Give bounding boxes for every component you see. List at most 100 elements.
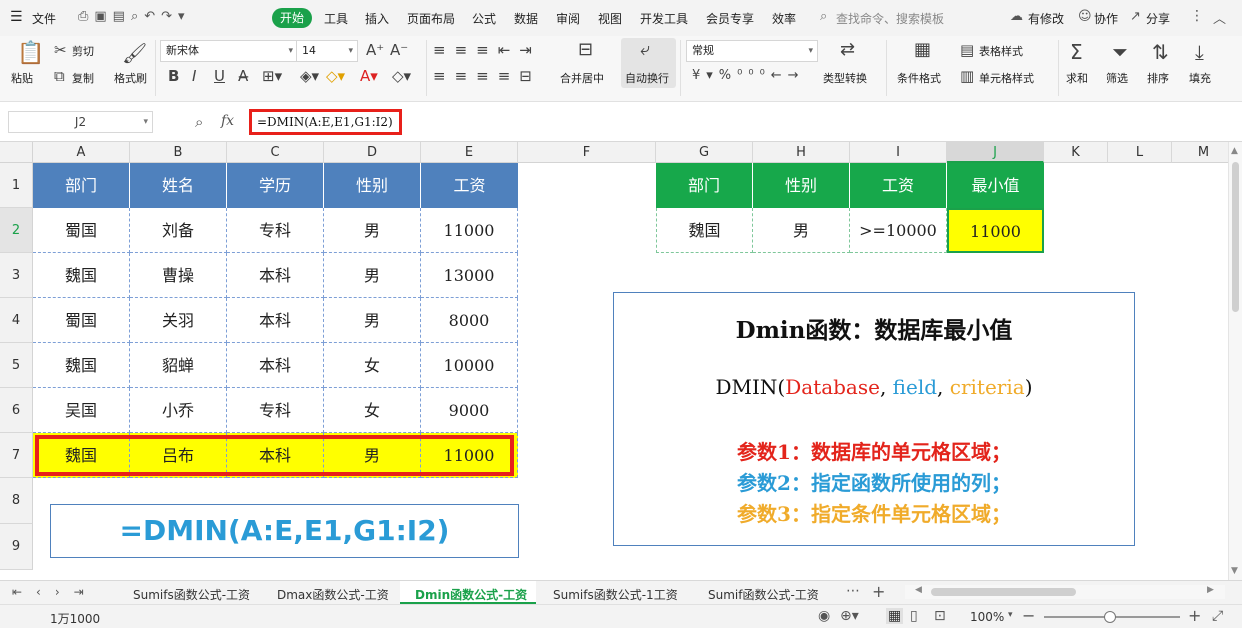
table-cell[interactable]: 蜀国: [33, 298, 130, 343]
sum-icon[interactable]: Σ: [1070, 41, 1083, 63]
eye-protect-icon[interactable]: ◉: [818, 608, 830, 624]
tab-tools[interactable]: 工具: [324, 10, 348, 27]
table-header-cell[interactable]: 部门: [33, 163, 130, 208]
row-header-1[interactable]: 1: [0, 163, 33, 208]
filter-button[interactable]: 筛选: [1106, 70, 1128, 86]
sheet-tab-sumif[interactable]: Sumif函数公式-工资: [708, 586, 819, 603]
criteria-header-cell[interactable]: 最小值: [947, 163, 1044, 208]
fx-icon[interactable]: fx: [221, 113, 234, 129]
paste-icon[interactable]: 📋: [17, 42, 44, 66]
table-cell[interactable]: 13000: [421, 253, 518, 298]
horizontal-align-icons[interactable]: ≡≡≡≡⊟: [433, 68, 541, 84]
cut-icon[interactable]: ✂: [54, 42, 67, 58]
cell-style-button[interactable]: 单元格样式: [979, 70, 1034, 86]
highlight-icon[interactable]: ◇▾: [326, 68, 345, 84]
table-header-cell[interactable]: 性别: [324, 163, 421, 208]
add-sheet-icon[interactable]: +: [872, 582, 885, 601]
table-cell[interactable]: 蜀国: [33, 208, 130, 253]
table-cell[interactable]: 女: [324, 388, 421, 433]
zoom-out-icon[interactable]: −: [1022, 606, 1035, 625]
table-cell[interactable]: 小乔: [130, 388, 227, 433]
fullscreen-icon[interactable]: ⤢: [1212, 608, 1223, 624]
sheet-nav-icons[interactable]: ⇤‹›⇥: [12, 585, 98, 599]
tab-developer[interactable]: 开发工具: [640, 10, 688, 27]
tab-insert[interactable]: 插入: [365, 10, 389, 27]
table-header-cell[interactable]: 姓名: [130, 163, 227, 208]
criteria-cell[interactable]: >=10000: [850, 208, 947, 253]
sum-status[interactable]: 1万1000: [50, 610, 100, 627]
tab-formula[interactable]: 公式: [472, 10, 496, 27]
strikethrough-icon[interactable]: A̶: [238, 68, 248, 84]
share-button[interactable]: 分享: [1146, 10, 1170, 27]
filter-icon[interactable]: ⏷: [1112, 41, 1128, 63]
tab-page-layout[interactable]: 页面布局: [407, 10, 455, 27]
scrollbar-thumb[interactable]: [1232, 162, 1239, 312]
zoom-slider-handle[interactable]: [1104, 611, 1116, 623]
row-header-4[interactable]: 4: [0, 298, 33, 343]
hamburger-icon[interactable]: ☰: [10, 9, 23, 25]
merge-center-icon[interactable]: ⊟: [578, 41, 593, 59]
sheet-tab-sumifs-1[interactable]: Sumifs函数公式-1工资: [553, 586, 678, 603]
column-header-g[interactable]: G: [656, 142, 753, 163]
fill-color-icon[interactable]: ◈▾: [300, 68, 319, 84]
row-header-2[interactable]: 2: [0, 208, 33, 253]
horizontal-scrollbar-thumb[interactable]: [931, 588, 1076, 596]
tab-member[interactable]: 会员专享: [706, 10, 754, 27]
tab-view[interactable]: 视图: [598, 10, 622, 27]
copy-button[interactable]: 复制: [72, 70, 94, 86]
tab-start[interactable]: 开始: [272, 8, 312, 28]
table-style-button[interactable]: 表格样式: [979, 43, 1023, 59]
criteria-header-cell[interactable]: 性别: [753, 163, 850, 208]
format-painter-icon[interactable]: 🖌: [122, 42, 147, 64]
type-convert-button[interactable]: 类型转换: [823, 70, 867, 86]
table-cell[interactable]: 魏国: [33, 343, 130, 388]
merge-center-button[interactable]: 合并居中: [560, 70, 604, 86]
zoom-level[interactable]: 100%: [970, 610, 1004, 624]
column-header-k[interactable]: K: [1044, 142, 1108, 163]
table-cell[interactable]: 11000: [421, 208, 518, 253]
number-format-select[interactable]: 常规 ▾: [686, 40, 818, 62]
underline-icon[interactable]: U: [214, 68, 225, 84]
column-header-a[interactable]: A: [33, 142, 130, 163]
table-cell[interactable]: 吴国: [33, 388, 130, 433]
table-cell[interactable]: 10000: [421, 343, 518, 388]
cell-style-icon[interactable]: ▥: [960, 68, 974, 84]
criteria-header-cell[interactable]: 工资: [850, 163, 947, 208]
number-format-icons[interactable]: ¥▾%⁰⁰⁰←→: [692, 68, 805, 84]
scroll-down-icon[interactable]: ▼: [1231, 566, 1238, 576]
zoom-formula-icon[interactable]: ⌕: [195, 113, 203, 131]
modified-button[interactable]: 有修改: [1028, 10, 1064, 27]
border-icon[interactable]: ⊞▾: [262, 68, 282, 84]
more-icon[interactable]: ⋮: [1190, 8, 1204, 24]
column-header-f[interactable]: F: [518, 142, 656, 163]
sheet-tab-dmin[interactable]: Dmin函数公式-工资: [415, 586, 527, 603]
table-cell[interactable]: 女: [324, 343, 421, 388]
table-cell[interactable]: 本科: [227, 298, 324, 343]
paste-button[interactable]: 粘贴: [11, 70, 33, 86]
column-header-d[interactable]: D: [324, 142, 421, 163]
table-cell[interactable]: 刘备: [130, 208, 227, 253]
sheet-tab-sumifs[interactable]: Sumifs函数公式-工资: [133, 586, 250, 603]
bold-icon[interactable]: B: [168, 68, 179, 84]
copy-icon[interactable]: ⧉: [54, 68, 65, 84]
table-cell[interactable]: 9000: [421, 388, 518, 433]
column-header-m[interactable]: M: [1172, 142, 1236, 163]
result-cell-j2[interactable]: 11000: [947, 208, 1044, 253]
clear-format-icon[interactable]: ◇▾: [392, 68, 411, 84]
table-cell[interactable]: 8000: [421, 298, 518, 343]
italic-icon[interactable]: I: [192, 68, 196, 84]
fill-button[interactable]: 填充: [1189, 70, 1211, 86]
chevron-down-icon[interactable]: ▾: [1008, 610, 1013, 620]
column-header-b[interactable]: B: [130, 142, 227, 163]
table-cell[interactable]: 本科: [227, 253, 324, 298]
table-cell[interactable]: 貂蝉: [130, 343, 227, 388]
tab-review[interactable]: 审阅: [556, 10, 580, 27]
table-cell[interactable]: 男: [324, 208, 421, 253]
wrap-text-icon[interactable]: ⤶: [640, 41, 650, 59]
font-color-icon[interactable]: A▾: [360, 68, 378, 84]
table-header-cell[interactable]: 工资: [421, 163, 518, 208]
table-cell[interactable]: 专科: [227, 388, 324, 433]
scroll-up-icon[interactable]: ▲: [1231, 146, 1238, 156]
increase-font-icon[interactable]: A⁺: [366, 42, 384, 58]
scroll-right-icon[interactable]: ▶: [1207, 585, 1214, 595]
